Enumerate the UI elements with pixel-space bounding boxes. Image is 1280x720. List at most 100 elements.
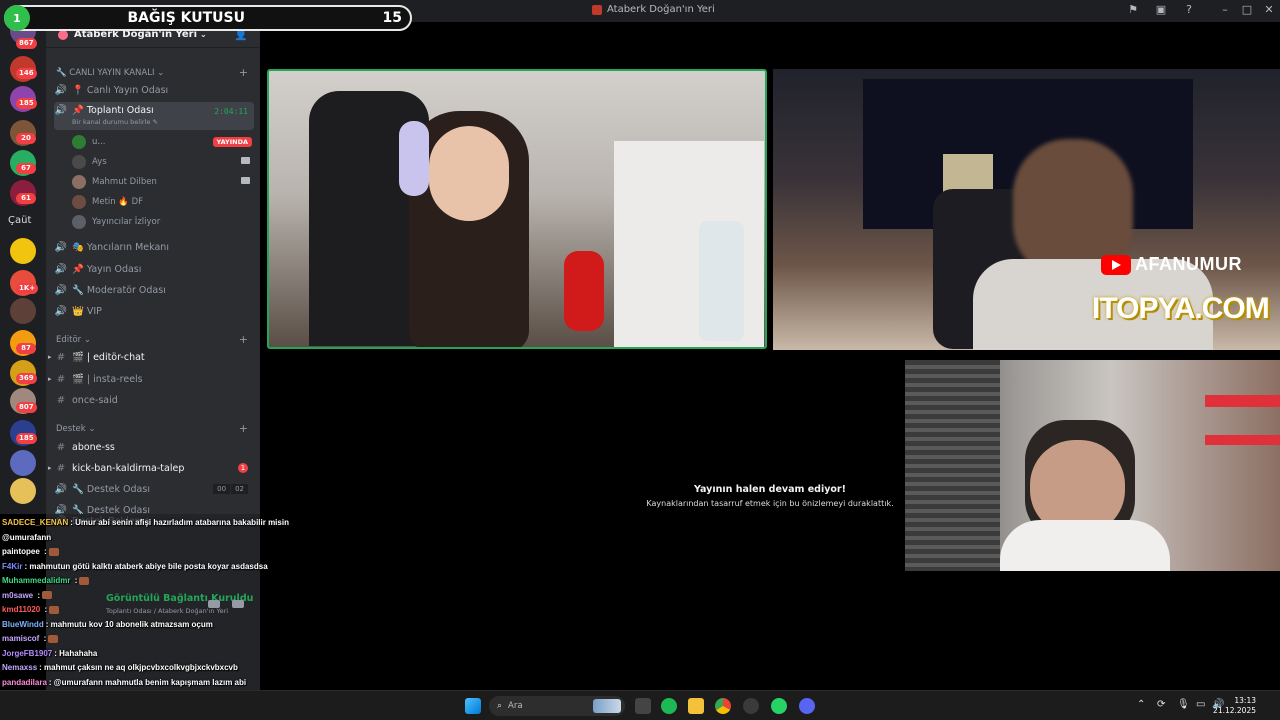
channel-once-said[interactable]: # once-said bbox=[54, 391, 254, 410]
unread-badge: 185 bbox=[16, 433, 37, 444]
speaker-icon: 🔊 bbox=[54, 306, 68, 317]
task-view-icon[interactable] bbox=[635, 698, 651, 714]
emote-icon bbox=[42, 591, 53, 600]
server-rail: 867 146 185 20 67 61 Çaüt 1K+ 87 369 807… bbox=[0, 18, 46, 514]
channel-overlay: AFANUMUR bbox=[1101, 254, 1242, 275]
clock[interactable]: 13:13 21.12.2025 bbox=[1213, 696, 1256, 716]
chat-message: BlueWindd: mahmutu kov 10 abonelik atmaz… bbox=[2, 620, 213, 629]
unread-badge: 87 bbox=[16, 343, 36, 354]
microphone-icon[interactable]: 🎙 bbox=[1177, 699, 1190, 710]
channel-toplanti[interactable]: 🔊 📌 Toplantı Odası Bir kanal durumu beli… bbox=[54, 102, 254, 130]
donation-box: 1 BAĞIŞ KUTUSU 15 bbox=[4, 5, 412, 31]
monitor-icon[interactable]: ▣ bbox=[1154, 3, 1168, 17]
youtube-icon bbox=[1101, 254, 1131, 275]
chat-username: F4Kir bbox=[2, 561, 23, 571]
video-tile-streamer[interactable] bbox=[267, 69, 767, 349]
led-shelf bbox=[1205, 395, 1280, 407]
chat-text: : mahmutu kov 10 abonelik atmazsam oçum bbox=[45, 619, 213, 629]
file-explorer-icon[interactable] bbox=[688, 698, 704, 714]
server-icon[interactable] bbox=[10, 298, 36, 324]
voice-user[interactable]: Ays bbox=[72, 153, 252, 171]
channel-abone-ss[interactable]: # abone-ss bbox=[54, 438, 254, 457]
category-live[interactable]: 🔧 CANLI YAYIN KANALI ⌄ bbox=[56, 68, 164, 78]
speaker-icon: 🔊 bbox=[54, 285, 68, 296]
emote-icon bbox=[48, 634, 59, 643]
chrome-icon[interactable] bbox=[715, 698, 731, 714]
server-icon[interactable] bbox=[10, 450, 36, 476]
voice-user[interactable]: Yayıncılar İzliyor bbox=[72, 213, 252, 231]
shirt bbox=[1000, 520, 1170, 571]
hash-icon: # bbox=[56, 352, 66, 363]
chevron-right-icon: ▸ bbox=[48, 464, 52, 472]
channel-insta-reels[interactable]: ▸ # 🎬 | insta-reels bbox=[48, 370, 254, 389]
channel-canli-yayin[interactable]: 🔊 📍 Canlı Yayın Odası bbox=[54, 81, 254, 100]
channel-kick-ban[interactable]: ▸ # kick-ban-kaldirma-talep 1 bbox=[48, 459, 254, 478]
camera-icon bbox=[241, 177, 250, 184]
hash-icon: # bbox=[56, 395, 66, 406]
chat-username: m0sawe bbox=[2, 590, 34, 600]
minimize-icon[interactable]: – bbox=[1218, 3, 1232, 17]
chat-text: : Umur abi senin afişi hazırladım atabar… bbox=[70, 518, 289, 527]
start-icon[interactable] bbox=[465, 698, 481, 714]
spotify-icon[interactable] bbox=[661, 698, 677, 714]
chat-username: paintopee bbox=[2, 547, 40, 556]
speaker-icon: 🔊 bbox=[54, 105, 68, 116]
network-icon[interactable]: ▭ bbox=[1196, 699, 1205, 710]
channel-yancilar[interactable]: 🔊 🎭 Yancıların Mekanı bbox=[54, 238, 254, 257]
avatar bbox=[72, 215, 86, 229]
add-channel-icon[interactable]: + bbox=[239, 333, 248, 346]
channel-vip[interactable]: 🔊 👑 VIP bbox=[54, 302, 254, 321]
chat-username: SADECE_KENAN bbox=[2, 518, 69, 527]
avatar bbox=[72, 175, 86, 189]
discord-icon[interactable] bbox=[799, 698, 815, 714]
category-support[interactable]: Destek ⌄ bbox=[56, 424, 96, 434]
headphones bbox=[399, 121, 429, 196]
channel-sidebar: Ataberk Doğan'ın Yeri ⌄ 👤 🔧 CANLI YAYIN K… bbox=[46, 22, 260, 516]
server-logo-icon bbox=[592, 4, 602, 15]
inbox-icon[interactable]: ⚑ bbox=[1126, 3, 1140, 17]
chat-username: JorgeFB1907 bbox=[2, 648, 53, 658]
chat-message: @umurafann bbox=[2, 533, 51, 542]
app-icon[interactable] bbox=[743, 698, 759, 714]
emote-icon bbox=[49, 605, 60, 614]
add-channel-icon[interactable]: + bbox=[239, 66, 248, 79]
channel-status[interactable]: Bir kanal durumu belirle ✎ bbox=[72, 118, 158, 126]
chat-message: kmd11020 : bbox=[2, 605, 60, 614]
server-icon[interactable] bbox=[10, 238, 36, 264]
video-tile-host[interactable] bbox=[905, 360, 1280, 571]
sync-icon[interactable]: ⟳ bbox=[1157, 699, 1165, 710]
channel-moderator[interactable]: 🔊 🔧 Moderatör Odası bbox=[54, 281, 254, 300]
call-timer: 2:04:11 bbox=[214, 107, 248, 116]
whatsapp-icon[interactable] bbox=[771, 698, 787, 714]
hash-icon: # bbox=[56, 463, 66, 474]
chat-text: : bbox=[41, 634, 47, 643]
channel-yayin-odasi[interactable]: 🔊 📌 Yayın Odası bbox=[54, 260, 254, 279]
voice-user[interactable]: Mahmut Dilben bbox=[72, 173, 252, 191]
camera-icon bbox=[241, 157, 250, 164]
category-editor[interactable]: Editör ⌄ bbox=[56, 335, 91, 345]
server-icon[interactable] bbox=[10, 478, 36, 504]
server-icon bbox=[58, 29, 68, 40]
maximize-icon[interactable]: □ bbox=[1240, 3, 1254, 17]
chat-username: BlueWindd bbox=[2, 619, 44, 629]
add-channel-icon[interactable]: + bbox=[239, 422, 248, 435]
chat-username: Muhammedalidmr bbox=[2, 576, 71, 585]
chat-username: kmd11020 bbox=[2, 605, 41, 614]
voice-user[interactable]: Metin 🔥 DF bbox=[72, 193, 252, 211]
chat-message: SADECE_KENAN: Umur abi senin afişi hazır… bbox=[2, 518, 289, 527]
chat-text: : bbox=[41, 547, 47, 556]
channel-destek-odasi[interactable]: 🔊 🔧 Destek Odası 00 02 bbox=[54, 480, 254, 499]
chat-text: @umurafann bbox=[2, 532, 52, 542]
microphone bbox=[564, 251, 604, 331]
help-icon[interactable]: ? bbox=[1182, 3, 1196, 17]
voice-user[interactable]: u... YAYINDA bbox=[72, 133, 252, 151]
server-label[interactable]: Çaüt bbox=[8, 215, 31, 226]
chat-text: : bbox=[42, 605, 48, 614]
channel-editor-chat[interactable]: ▸ # 🎬 | editör-chat bbox=[48, 348, 254, 367]
search-input[interactable]: ⌕ Ara bbox=[489, 696, 625, 716]
face bbox=[429, 126, 509, 221]
chevron-up-icon[interactable]: ⌃ bbox=[1137, 699, 1145, 710]
user-limit: 00 02 bbox=[213, 484, 248, 494]
stream-paused-notice: Yayının halen devam ediyor! Kaynaklarınd… bbox=[600, 484, 940, 508]
close-icon[interactable]: ✕ bbox=[1262, 3, 1276, 17]
